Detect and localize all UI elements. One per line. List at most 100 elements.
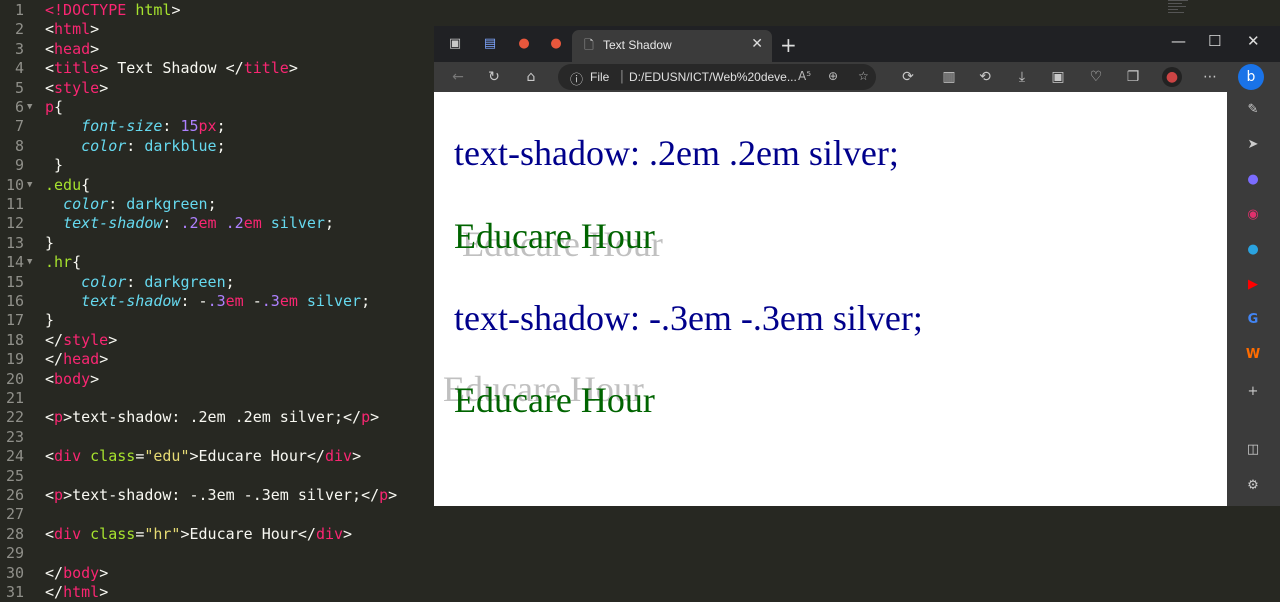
info-icon[interactable]: ⓘ: [570, 69, 583, 88]
editor-line[interactable]: 12 text-shadow: .2em .2em silver;: [0, 214, 434, 233]
send-icon[interactable]: ➤: [1243, 135, 1263, 155]
new-tab-button[interactable]: +: [780, 33, 797, 57]
more-options-icon[interactable]: ⋯: [1200, 67, 1220, 87]
line-number: 2: [14, 20, 24, 39]
editor-line[interactable]: 10 ▼ .edu{: [0, 176, 434, 195]
extensions-icon[interactable]: ⟳: [898, 67, 918, 87]
editor-line[interactable]: 7 font-size: 15px;: [0, 117, 434, 136]
code-editor[interactable]: 1 <!DOCTYPE html> 2 <html> 3 <head> 4 <title> T…: [0, 0, 434, 602]
google-icon[interactable]: G: [1243, 310, 1263, 330]
editor-line[interactable]: 19 </head>: [0, 350, 434, 369]
hide-sidebar-icon[interactable]: ◫: [1243, 440, 1263, 460]
zoom-icon[interactable]: ⊕: [828, 69, 838, 83]
editor-line[interactable]: 28 <div class="hr">Educare Hour</div>: [0, 525, 434, 544]
code-text: p{: [45, 98, 64, 116]
editor-line[interactable]: 23: [0, 428, 434, 447]
line-number: 12: [5, 214, 24, 233]
favorites-icon[interactable]: ☆: [858, 69, 869, 83]
messenger-icon[interactable]: ●: [1243, 170, 1263, 190]
line-number: 30: [5, 563, 24, 582]
code-text: <p>text-shadow: .2em .2em silver;</p>: [45, 408, 380, 427]
vertical-tabs-icon[interactable]: ▤: [481, 35, 499, 53]
code-text: <body>: [45, 369, 100, 388]
compose-icon[interactable]: ✎: [1243, 100, 1263, 120]
downloads-icon[interactable]: ⤓: [1012, 67, 1032, 87]
history-icon[interactable]: ⟲: [975, 67, 995, 87]
editor-line[interactable]: 1 <!DOCTYPE html>: [0, 1, 434, 20]
copilot-icon[interactable]: b: [1238, 64, 1264, 90]
line-number: 8: [14, 136, 24, 155]
editor-line[interactable]: 2 <html>: [0, 20, 434, 39]
editor-line[interactable]: 24 <div class="edu">Educare Hour</div>: [0, 447, 434, 466]
editor-line[interactable]: 21: [0, 389, 434, 408]
code-text: <title> Text Shadow </title>: [45, 59, 298, 78]
editor-line[interactable]: 8 color: darkblue;: [0, 137, 434, 156]
line-number: 19: [5, 350, 24, 369]
read-aloud-icon[interactable]: A⁵: [798, 69, 811, 83]
editor-line[interactable]: 25: [0, 467, 434, 486]
editor-line[interactable]: 14 ▼ .hr{: [0, 253, 434, 272]
line-number: 11: [5, 195, 24, 213]
line-number: 23: [5, 427, 24, 446]
close-window-button[interactable]: ✕: [1247, 32, 1260, 50]
editor-line[interactable]: 3 <head>: [0, 40, 434, 59]
editor-line[interactable]: 11 color: darkgreen;: [0, 195, 434, 214]
tab-text-shadow[interactable]: 🗋 Text Shadow ✕: [572, 30, 772, 62]
code-text: color: darkgreen;: [81, 272, 235, 291]
split-screen-icon[interactable]: ▥: [939, 67, 959, 87]
line-number: 4: [14, 59, 24, 78]
powerpoint-tab-icon-2[interactable]: ●: [547, 35, 565, 53]
editor-line[interactable]: 15 color: darkgreen;: [0, 273, 434, 292]
minimize-button[interactable]: —: [1171, 32, 1186, 50]
editor-line[interactable]: 4 <title> Text Shadow </title>: [0, 59, 434, 78]
editor-line[interactable]: 27: [0, 505, 434, 524]
editor-minimap[interactable]: [1168, 0, 1198, 24]
maximize-button[interactable]: ☐: [1208, 32, 1221, 50]
editor-line[interactable]: 6 ▼ p{: [0, 98, 434, 117]
editor-line[interactable]: 29: [0, 544, 434, 563]
editor-line[interactable]: 13}: [0, 234, 434, 253]
line-number: 15: [5, 272, 24, 291]
editor-line[interactable]: 5 <style>: [0, 79, 434, 98]
refresh-icon[interactable]: ↻: [484, 67, 504, 87]
line-number: 29: [5, 544, 24, 563]
editor-line[interactable]: 17}: [0, 311, 434, 330]
code-text: <div class="edu">Educare Hour</div>: [45, 447, 362, 466]
editor-line[interactable]: 9 }: [0, 156, 434, 175]
powerpoint-tab-icon[interactable]: ●: [515, 35, 533, 53]
code-text: text-shadow: .2em .2em silver;: [63, 214, 334, 233]
back-icon[interactable]: ←: [448, 67, 468, 87]
browser-essentials-icon[interactable]: ♡: [1086, 67, 1106, 87]
editor-line[interactable]: 22 <p>text-shadow: .2em .2em silver;</p>: [0, 408, 434, 427]
instagram-icon[interactable]: ◉: [1243, 205, 1263, 225]
edge-sidebar: ✎ ➤ ● ◉ ● ▶ G W + ◫ ⚙: [1227, 92, 1280, 506]
telegram-icon[interactable]: ●: [1243, 240, 1263, 260]
tab-close-icon[interactable]: ✕: [751, 36, 763, 52]
profile-avatar[interactable]: ●: [1162, 67, 1182, 87]
line-number: 20: [5, 369, 24, 388]
editor-line[interactable]: 18 </style>: [0, 331, 434, 350]
line-number: 21: [5, 389, 24, 407]
editor-line[interactable]: 20 <body>: [0, 370, 434, 389]
home-icon[interactable]: ⌂: [521, 67, 541, 87]
add-sidebar-app-icon[interactable]: +: [1243, 382, 1263, 402]
editor-line[interactable]: 16 text-shadow: -.3em -.3em silver;: [0, 292, 434, 311]
fold-icon[interactable]: ▼: [27, 253, 32, 272]
address-url[interactable]: D:/EDUSN/ICT/Web%20deve...: [629, 70, 797, 84]
editor-line[interactable]: 26 <p>text-shadow: -.3em -.3em silver;</p…: [0, 486, 434, 505]
editor-line[interactable]: 30 </body>: [0, 564, 434, 583]
code-text: </style>: [45, 330, 118, 349]
screenshot-icon[interactable]: ▣: [1048, 67, 1068, 87]
youtube-icon[interactable]: ▶: [1243, 275, 1263, 295]
editor-line[interactable]: 31 </html>: [0, 583, 434, 602]
line-number: 27: [5, 505, 24, 524]
fold-icon[interactable]: ▼: [27, 98, 32, 117]
settings-icon[interactable]: ⚙: [1243, 476, 1263, 496]
w-app-icon[interactable]: W: [1243, 345, 1263, 365]
address-bar[interactable]: ⓘ File | D:/EDUSN/ICT/Web%20deve... A⁵ ⊕…: [558, 64, 876, 90]
line-number: 25: [5, 466, 24, 485]
line-number: 13: [5, 233, 24, 252]
fold-icon[interactable]: ▼: [27, 176, 32, 195]
tab-actions-icon[interactable]: ▣: [446, 35, 464, 53]
collections-icon[interactable]: ❐: [1123, 67, 1143, 87]
